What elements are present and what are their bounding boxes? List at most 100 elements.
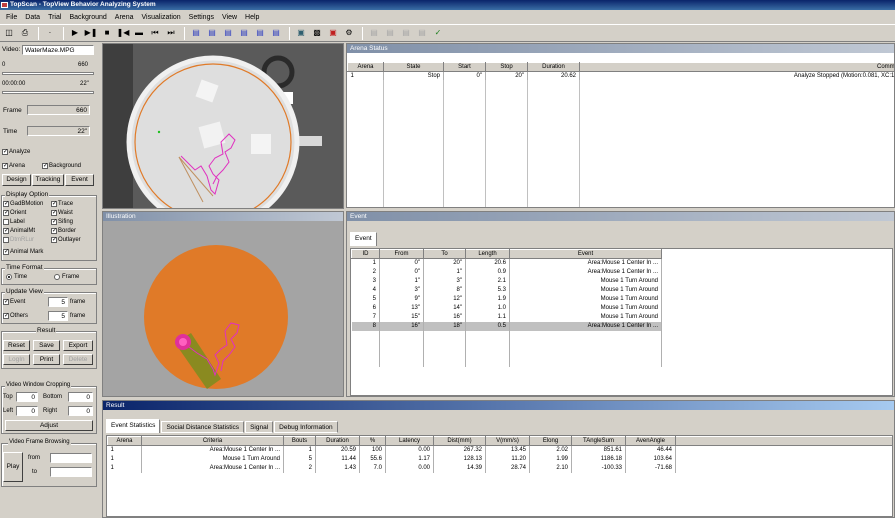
- image-icon[interactable]: ▩: [310, 26, 324, 40]
- frame-slider[interactable]: [2, 72, 94, 75]
- first-frame-icon[interactable]: ⏮: [148, 26, 162, 40]
- play-icon[interactable]: ▶: [68, 26, 82, 40]
- crop-left-field[interactable]: 0: [16, 406, 38, 416]
- table-row[interactable]: 1 0" 20" 20.6 Area:Mouse 1 Center In ...: [351, 258, 662, 268]
- update-others-checkbox[interactable]: ✓ Others: [3, 313, 28, 319]
- event-button[interactable]: Event: [65, 174, 94, 186]
- tab-event[interactable]: Event: [350, 232, 377, 246]
- col-percent[interactable]: %: [359, 436, 386, 446]
- reset-button[interactable]: Reset: [3, 340, 30, 351]
- back-icon[interactable]: ·: [43, 26, 57, 40]
- save-button[interactable]: Save: [33, 340, 60, 351]
- time-format-time-radio[interactable]: Time: [6, 274, 27, 280]
- others-frames-field[interactable]: 5: [48, 311, 68, 321]
- table-row[interactable]: 4 3" 8" 5.3 Mouse 1 Turn Around: [351, 285, 662, 295]
- col-to[interactable]: To: [423, 249, 466, 259]
- design-button[interactable]: Design: [2, 174, 31, 186]
- col-duration[interactable]: Duration: [315, 436, 360, 446]
- event-frames-field[interactable]: 5: [48, 297, 68, 307]
- menu-arena[interactable]: Arena: [111, 14, 138, 21]
- tab-signal[interactable]: Signal: [245, 421, 274, 433]
- col-velocity[interactable]: V(mm/s): [485, 436, 530, 446]
- crop-bottom-field[interactable]: 0: [68, 392, 93, 402]
- menu-view[interactable]: View: [218, 14, 241, 21]
- menu-background[interactable]: Background: [65, 14, 110, 21]
- tab-event-statistics[interactable]: Event Statistics: [106, 419, 161, 433]
- print-button[interactable]: Print: [33, 354, 60, 365]
- print-icon[interactable]: ⎙: [18, 26, 32, 40]
- export-button[interactable]: Export: [63, 340, 93, 351]
- table-row[interactable]: 2 0" 1" 0.9 Area:Mouse 1 Center In ...: [351, 267, 662, 277]
- adjust-button[interactable]: Adjust: [5, 420, 93, 431]
- crop-right-field[interactable]: 0: [68, 406, 93, 416]
- col-duration[interactable]: Duration: [527, 62, 580, 72]
- table-row[interactable]: 1 Area:Mouse 1 Center In ... 1 20.59 100 0.00…: [107, 445, 892, 455]
- analyze-checkbox[interactable]: ✓ Analyze: [2, 149, 30, 155]
- display-trace[interactable]: ✓ Trace: [51, 201, 73, 207]
- update-event-checkbox[interactable]: ✓ Event: [3, 299, 25, 305]
- menu-data[interactable]: Data: [21, 14, 44, 21]
- col-elong[interactable]: Elong: [529, 436, 572, 446]
- col-comment[interactable]: Comment: [579, 62, 894, 72]
- to-field[interactable]: [50, 467, 92, 477]
- next-frame-icon[interactable]: ▶❚: [84, 26, 98, 40]
- layout-4-icon[interactable]: ▤: [237, 26, 251, 40]
- table-row[interactable]: 5 9" 12" 1.9 Mouse 1 Turn Around: [351, 294, 662, 304]
- prev-frame-icon[interactable]: ❚◀: [116, 26, 130, 40]
- col-latency[interactable]: Latency: [385, 436, 434, 446]
- layout-6-icon[interactable]: ▤: [269, 26, 283, 40]
- tab-debug-information[interactable]: Debug Information: [274, 421, 338, 433]
- display-label[interactable]: Label: [3, 219, 25, 225]
- tab-social-distance-statistics[interactable]: Social Distance Statistics: [161, 421, 245, 433]
- col-bouts[interactable]: Bouts: [283, 436, 316, 446]
- display-outlayer[interactable]: ✓ Outlayer: [51, 237, 81, 243]
- gear-icon[interactable]: ⚙: [342, 26, 356, 40]
- menu-visualization[interactable]: Visualization: [137, 14, 184, 21]
- col-state[interactable]: State: [383, 62, 444, 72]
- menu-help[interactable]: Help: [241, 14, 263, 21]
- layout-3-icon[interactable]: ▤: [221, 26, 235, 40]
- col-start[interactable]: Start: [443, 62, 486, 72]
- play-frames-button[interactable]: Play: [3, 452, 23, 482]
- display-sifing[interactable]: ✓ Sifing: [51, 219, 73, 225]
- crop-top-field[interactable]: 0: [16, 392, 38, 402]
- col-arena[interactable]: Arena: [107, 436, 142, 446]
- time-format-frame-radio[interactable]: Frame: [54, 274, 79, 280]
- display-gadbmotion[interactable]: ✓ GadBMotion: [3, 201, 43, 207]
- display-animalmt[interactable]: ✓ AnimalMt: [3, 228, 35, 234]
- analyze-icon[interactable]: ✓: [431, 26, 445, 40]
- col-length[interactable]: Length: [465, 249, 510, 259]
- table-row[interactable]: 7 15" 16" 1.1 Mouse 1 Turn Around: [351, 312, 662, 322]
- col-tanglesum[interactable]: TAngleSum: [571, 436, 626, 446]
- arena-checkbox[interactable]: ✓ Arena: [2, 163, 25, 169]
- col-id[interactable]: ID: [351, 249, 380, 259]
- table-row[interactable]: 1 Mouse 1 Turn Around 5 11.44 55.6 1.17 128.13…: [107, 454, 892, 464]
- last-frame-icon[interactable]: ⏭: [164, 26, 178, 40]
- layout-2-icon[interactable]: ▤: [205, 26, 219, 40]
- display-border[interactable]: ✓ Border: [51, 228, 76, 234]
- table-row[interactable]: 6 13" 14" 1.0 Mouse 1 Turn Around: [351, 303, 662, 313]
- monitor-icon[interactable]: ▣: [294, 26, 308, 40]
- video-file-field[interactable]: WaterMaze.MPG: [22, 45, 94, 55]
- record-icon[interactable]: ▬: [132, 26, 146, 40]
- tracking-button[interactable]: Tracking: [32, 174, 64, 186]
- layout-1-icon[interactable]: ▤: [189, 26, 203, 40]
- table-row[interactable]: 8 16" 18" 0.5 Area:Mouse 1 Center In ...: [351, 321, 662, 331]
- menu-file[interactable]: File: [2, 14, 21, 21]
- col-from[interactable]: From: [379, 249, 424, 259]
- col-avenangle[interactable]: AvenAngle: [625, 436, 676, 446]
- col-event[interactable]: Event: [509, 249, 662, 259]
- col-stop[interactable]: Stop: [485, 62, 528, 72]
- table-row[interactable]: 1 Area:Mouse 1 Center In ... 2 1.43 7.0 0.00 1…: [107, 463, 892, 473]
- col-arena[interactable]: Arena: [347, 62, 384, 72]
- open-icon[interactable]: ◫: [2, 26, 16, 40]
- layout-5-icon[interactable]: ▤: [253, 26, 267, 40]
- col-criteria[interactable]: Criteria: [141, 436, 284, 446]
- display-animal-mark[interactable]: ✓ Animal Mark: [3, 249, 43, 255]
- stop-icon[interactable]: ■: [100, 26, 114, 40]
- col-distance[interactable]: Dist(mm): [433, 436, 486, 446]
- stop-record-icon[interactable]: ▣: [326, 26, 340, 40]
- display-orient[interactable]: ✓ Orient: [3, 210, 26, 216]
- display-waist[interactable]: ✓ Waist: [51, 210, 73, 216]
- time-slider[interactable]: [2, 91, 94, 94]
